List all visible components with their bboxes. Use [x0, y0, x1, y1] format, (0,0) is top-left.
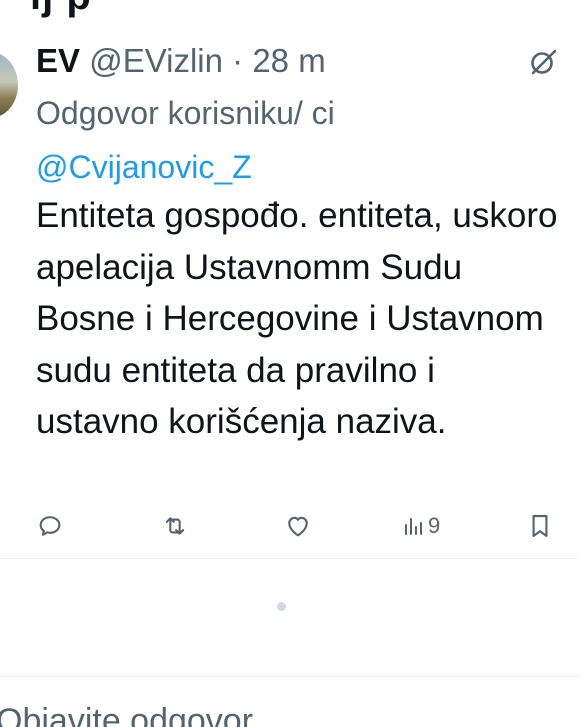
heart-icon [288, 516, 308, 537]
timestamp[interactable]: 28 m [252, 42, 325, 79]
views-count: 9 [428, 513, 441, 538]
reply-icon [39, 516, 61, 536]
retweet-icon [165, 517, 185, 535]
grok-icon[interactable] [527, 46, 559, 78]
handle[interactable]: @EVizlin [89, 42, 223, 79]
reply-button[interactable] [36, 506, 64, 546]
views-button[interactable]: 9 [402, 506, 440, 546]
replying-to-label: Odgovor korisniku/ ci [36, 95, 335, 131]
reply-input[interactable]: Objavite odgovor [0, 700, 253, 727]
tweet-detail-page: ij p EV @EVizlin · 28 m Odgovor korisnik… [0, 0, 580, 727]
divider [0, 558, 580, 559]
retweet-button[interactable] [161, 506, 189, 546]
loading-dot [277, 602, 286, 611]
tweet-text: Entiteta gospođo. entiteta, uskoro apela… [36, 196, 558, 441]
avatar[interactable] [0, 52, 18, 118]
separator: · [232, 42, 244, 79]
replying-to: Odgovor korisniku/ ci @Cvijanovic_Z [36, 86, 456, 194]
views-icon [405, 518, 422, 535]
tweet-actions: 9 [0, 506, 580, 546]
like-button[interactable] [284, 506, 312, 546]
display-name[interactable]: EV [36, 42, 80, 79]
divider [0, 676, 580, 677]
bookmark-icon [532, 515, 548, 537]
replying-to-mention[interactable]: @Cvijanovic_Z [36, 149, 252, 185]
cut-off-header-text: ij p [30, 0, 92, 19]
bookmark-button[interactable] [526, 506, 554, 546]
tweet-header: EV @EVizlin · 28 m [36, 40, 326, 82]
